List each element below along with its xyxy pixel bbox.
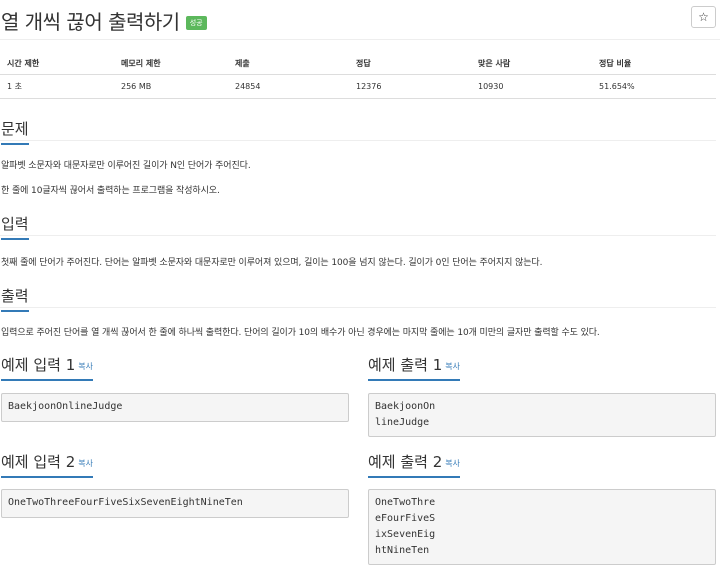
description-paragraph-1: 알파벳 소문자와 대문자로만 이루어진 길이가 N인 단어가 주어진다. [1, 161, 251, 171]
sample-output-2-heading: 예제 출력 2 복사 [368, 451, 461, 478]
info-value-row: 1 초 256 MB 24854 12376 10930 51.654% [0, 74, 716, 99]
sample-input-1-heading: 예제 입력 1 복사 [1, 354, 94, 381]
sample-output-2-title: 예제 출력 2 [368, 453, 443, 471]
value-accepted: 12376 [349, 74, 471, 99]
sample-output-2: OneTwoThre eFourFiveS ixSevenEig htNineT… [368, 489, 716, 565]
output-description: 입력으로 주어진 단어를 열 개씩 끊어서 한 줄에 하나씩 출력한다. 단어의… [1, 328, 600, 338]
sample-output-1-heading: 예제 출력 1 복사 [368, 354, 461, 381]
header-memory-limit: 메모리 제한 [114, 54, 228, 75]
output-divider [0, 307, 716, 308]
sample-input-2: OneTwoThreeFourFiveSixSevenEightNineTen [1, 489, 349, 518]
sample-input-1-title: 예제 입력 1 [1, 356, 76, 374]
value-time-limit: 1 초 [0, 74, 114, 99]
problem-header: 열 개씩 끊어 출력하기 성공 ☆ [0, 0, 720, 40]
header-time-limit: 시간 제한 [0, 54, 114, 75]
star-icon: ☆ [698, 10, 709, 24]
problem-title: 열 개씩 끊어 출력하기 성공 [1, 6, 207, 35]
header-solved-users: 맞은 사람 [471, 54, 592, 75]
sample-input-2-heading: 예제 입력 2 복사 [1, 451, 94, 478]
copy-sample-output-2-link[interactable]: 복사 [445, 459, 460, 468]
copy-sample-output-1-link[interactable]: 복사 [445, 362, 460, 371]
header-accept-ratio: 정답 비율 [592, 54, 716, 75]
value-solved-users: 10930 [471, 74, 592, 99]
value-accept-ratio: 51.654% [592, 74, 716, 99]
value-memory-limit: 256 MB [114, 74, 228, 99]
star-button[interactable]: ☆ [691, 6, 716, 28]
sample-output-1: BaekjoonOn lineJudge [368, 393, 716, 437]
sample-input-1: BaekjoonOnlineJudge [1, 393, 349, 422]
description-divider [0, 140, 716, 141]
copy-sample-input-1-link[interactable]: 복사 [78, 362, 93, 371]
description-paragraph-2: 한 줄에 10글자씩 끊어서 출력하는 프로그램을 작성하시오. [1, 186, 220, 196]
copy-sample-input-2-link[interactable]: 복사 [78, 459, 93, 468]
problem-title-text: 열 개씩 끊어 출력하기 [1, 10, 180, 34]
status-badge: 성공 [185, 16, 207, 30]
sample-input-2-title: 예제 입력 2 [1, 453, 76, 471]
sample-output-1-title: 예제 출력 1 [368, 356, 443, 374]
input-description: 첫째 줄에 단어가 주어진다. 단어는 알파벳 소문자와 대문자로만 이루어져 … [1, 258, 543, 268]
info-header-row: 시간 제한 메모리 제한 제출 정답 맞은 사람 정답 비율 [0, 54, 716, 75]
value-submissions: 24854 [228, 74, 349, 99]
input-divider [0, 235, 716, 236]
header-accepted: 정답 [349, 54, 471, 75]
header-submissions: 제출 [228, 54, 349, 75]
problem-info-table: 시간 제한 메모리 제한 제출 정답 맞은 사람 정답 비율 1 초 256 M… [0, 54, 716, 99]
